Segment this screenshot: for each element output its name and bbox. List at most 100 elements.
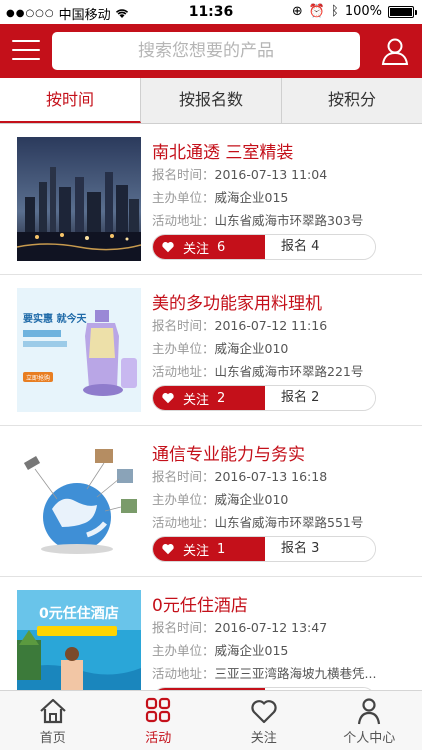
menu-icon-line — [12, 58, 40, 60]
item-actions: 关注 6 报名 4 — [152, 234, 376, 260]
tab-by-points[interactable]: 按积分 — [282, 78, 422, 123]
item-thumbnail — [17, 439, 141, 563]
item-address: 活动地址：山东省威海市环翠路551号 — [152, 512, 363, 531]
tabbar-home[interactable]: 首页 — [0, 691, 106, 750]
list-item[interactable]: 0元任住酒店 0元任住酒店 报名时间：2016-07-12 13:47 主办单位… — [0, 577, 422, 690]
signup-time-label: 报名时间： — [152, 318, 215, 333]
grid-icon — [146, 697, 171, 723]
signup-button[interactable]: 报名 3 — [265, 537, 375, 561]
item-signup-time: 报名时间：2016-07-12 13:47 — [152, 617, 327, 636]
tabbar-follow[interactable]: 关注 — [211, 691, 317, 750]
person-icon — [358, 698, 381, 725]
follow-count: 6 — [217, 239, 226, 255]
item-title: 通信专业能力与务实 — [152, 445, 305, 465]
organizer-label: 主办单位： — [152, 643, 215, 658]
address-label: 活动地址： — [152, 666, 215, 681]
signup-button[interactable]: 报名 4 — [265, 235, 375, 259]
banner-button: 立即抢购 — [26, 374, 50, 382]
follow-label: 关注 — [183, 543, 210, 559]
item-thumbnail — [17, 137, 141, 261]
signup-count: 2 — [311, 390, 320, 405]
signup-label: 报名 — [281, 239, 308, 254]
item-title: 南北通透 三室精装 — [152, 143, 294, 163]
item-title: 美的多功能家用料理机 — [152, 294, 322, 314]
signup-time-value: 2016-07-13 16:18 — [214, 469, 328, 484]
list-item[interactable]: 通信专业能力与务实 报名时间：2016-07-13 16:18 主办单位：威海企… — [0, 426, 422, 577]
heart-icon — [251, 700, 277, 724]
follow-count: 1 — [217, 541, 226, 557]
user-button[interactable] — [380, 36, 410, 66]
list-item[interactable]: 要实惠 就今天 立即抢购 美的多功能家用料理机 报名时间：2016-07-12 … — [0, 275, 422, 426]
user-icon — [381, 38, 409, 65]
signup-time-value: 2016-07-12 11:16 — [214, 318, 328, 333]
rotation-lock-icon: ⊕ — [291, 4, 303, 19]
alarm-icon: ⏰ — [308, 4, 326, 19]
bluetooth-icon: ᛒ — [331, 4, 339, 19]
banner-text: 要实惠 就今天 — [23, 312, 87, 325]
organizer-value: 威海企业010 — [214, 341, 289, 356]
address-value: 山东省威海市环翠路221号 — [214, 364, 364, 379]
battery-icon — [388, 5, 417, 18]
item-actions: 关注 2 报名 2 — [152, 385, 376, 411]
tab-by-signups[interactable]: 按报名数 — [141, 78, 282, 123]
heart-icon — [162, 393, 174, 404]
item-title: 0元任住酒店 — [152, 596, 248, 616]
address-value: 山东省威海市环翠路551号 — [214, 515, 364, 530]
tabbar-profile[interactable]: 个人中心 — [317, 691, 422, 750]
menu-button[interactable] — [12, 37, 40, 63]
item-address: 活动地址：山东省威海市环翠路303号 — [152, 210, 363, 229]
tabbar-activity[interactable]: 活动 — [106, 691, 212, 750]
heart-icon — [162, 544, 174, 555]
address-label: 活动地址： — [152, 213, 215, 228]
follow-button[interactable]: 关注 1 — [153, 537, 265, 561]
address-value: 山东省威海市环翠路303号 — [214, 213, 364, 228]
header-bar: 搜索您想要的产品 — [0, 24, 422, 78]
item-thumbnail: 要实惠 就今天 立即抢购 — [17, 288, 141, 412]
bottom-tab-bar: 首页 活动 关注 个人中心 — [0, 690, 422, 750]
battery-percent: 100% — [344, 4, 382, 19]
signup-time-value: 2016-07-12 13:47 — [214, 620, 328, 635]
tabbar-label: 个人中心 — [343, 731, 396, 746]
organizer-label: 主办单位： — [152, 190, 215, 205]
home-icon — [40, 698, 66, 724]
signup-button[interactable]: 报名 2 — [265, 386, 375, 410]
signup-time-value: 2016-07-13 11:04 — [214, 167, 328, 182]
item-thumbnail: 0元任住酒店 — [17, 590, 141, 690]
item-signup-time: 报名时间：2016-07-12 11:16 — [152, 315, 327, 334]
follow-button[interactable]: 关注 6 — [153, 235, 265, 259]
banner-text: 0元任住酒店 — [39, 605, 119, 622]
item-organizer: 主办单位：威海企业010 — [152, 338, 288, 357]
follow-label: 关注 — [183, 241, 210, 257]
item-signup-time: 报名时间：2016-07-13 11:04 — [152, 164, 327, 183]
signup-time-label: 报名时间： — [152, 167, 215, 182]
address-value: 三亚三亚湾路海坡九横巷凭... — [214, 666, 377, 681]
signup-label: 报名 — [281, 541, 308, 556]
item-organizer: 主办单位：威海企业015 — [152, 640, 288, 659]
status-bar: ●●○○○ 中国移动 11:36 ⊕ ⏰ ᛒ 100% — [0, 0, 422, 24]
organizer-label: 主办单位： — [152, 341, 215, 356]
follow-label: 关注 — [183, 392, 210, 408]
list-item[interactable]: 南北通透 三室精装 报名时间：2016-07-13 11:04 主办单位：威海企… — [0, 124, 422, 275]
organizer-label: 主办单位： — [152, 492, 215, 507]
address-label: 活动地址： — [152, 364, 215, 379]
signup-label: 报名 — [281, 390, 308, 405]
signup-time-label: 报名时间： — [152, 469, 215, 484]
tabbar-label: 首页 — [39, 731, 66, 746]
tab-by-time[interactable]: 按时间 — [0, 78, 141, 123]
follow-button[interactable]: 关注 2 — [153, 386, 265, 410]
menu-icon-line — [12, 49, 40, 51]
item-actions: 关注 1 报名 3 — [152, 536, 376, 562]
tabbar-label: 活动 — [145, 731, 172, 746]
item-organizer: 主办单位：威海企业010 — [152, 489, 288, 508]
search-input[interactable]: 搜索您想要的产品 — [52, 32, 360, 70]
battery-fill — [390, 7, 412, 16]
status-right: ⊕ ⏰ ᛒ 100% — [291, 4, 417, 19]
activity-list: 南北通透 三室精装 报名时间：2016-07-13 11:04 主办单位：威海企… — [0, 124, 422, 690]
address-label: 活动地址： — [152, 515, 215, 530]
item-signup-time: 报名时间：2016-07-13 16:18 — [152, 466, 327, 485]
organizer-value: 威海企业015 — [214, 190, 289, 205]
sort-tabs: 按时间 按报名数 按积分 — [0, 78, 422, 124]
organizer-value: 威海企业015 — [214, 643, 289, 658]
signup-count: 3 — [311, 541, 320, 556]
item-organizer: 主办单位：威海企业015 — [152, 187, 288, 206]
